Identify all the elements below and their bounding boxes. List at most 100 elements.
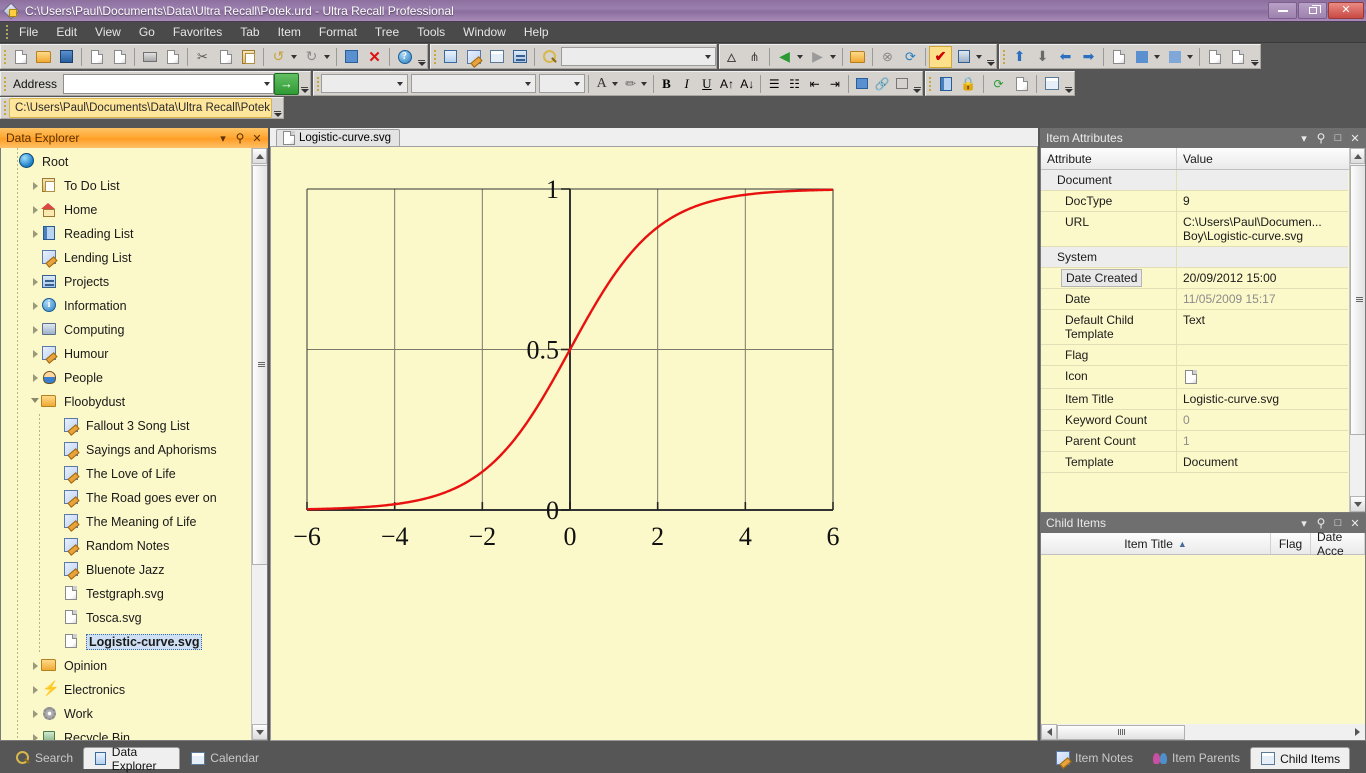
expand-triangle-icon[interactable]: [29, 180, 41, 192]
scroll-thumb[interactable]: [252, 165, 267, 565]
back-dropdown-icon[interactable]: [796, 46, 806, 68]
address-toolbar-overflow-icon[interactable]: [299, 73, 310, 95]
new-icon[interactable]: [9, 46, 32, 68]
checkmark-icon[interactable]: ✔: [929, 45, 952, 68]
expand-triangle-icon[interactable]: [29, 228, 41, 240]
undo-icon[interactable]: ↺: [267, 46, 290, 68]
tree-item[interactable]: Humour: [1, 342, 251, 366]
close-button[interactable]: ✕: [1328, 2, 1364, 19]
attribute-row[interactable]: Document: [1041, 170, 1348, 191]
menu-format[interactable]: Format: [310, 22, 366, 42]
font-family-select[interactable]: [410, 74, 536, 93]
tree-item[interactable]: Computing: [1, 318, 251, 342]
insert-link-icon[interactable]: 🔗: [872, 73, 892, 95]
doc-grip[interactable]: [926, 73, 934, 94]
attributes-vertical-scrollbar[interactable]: [1349, 148, 1365, 512]
numbered-list-icon[interactable]: ☷: [784, 73, 804, 95]
attr-scroll-up-button[interactable]: [1350, 148, 1365, 164]
attribute-row[interactable]: URL C:\Users\Paul\Documen... Boy\Logistic…: [1041, 212, 1348, 247]
attribute-row[interactable]: System: [1041, 247, 1348, 268]
child-column-flag[interactable]: Flag: [1271, 533, 1311, 554]
tree-item[interactable]: To Do List: [1, 174, 251, 198]
attribute-row[interactable]: Template Document: [1041, 452, 1348, 473]
scroll-up-button[interactable]: [252, 148, 267, 164]
expand-triangle-icon[interactable]: [29, 708, 41, 720]
edit-note-icon[interactable]: [462, 46, 485, 68]
child-column-item-title[interactable]: Item Title ▲: [1041, 533, 1271, 554]
attribute-row[interactable]: Default Child Template Text: [1041, 310, 1348, 345]
delete-x-icon[interactable]: ✕: [363, 46, 386, 68]
menu-edit[interactable]: Edit: [47, 22, 86, 42]
item-toolbar-overflow-icon[interactable]: [1249, 46, 1260, 68]
new-item-icon[interactable]: [85, 46, 108, 68]
item-toolbar-grip[interactable]: [1000, 46, 1008, 67]
promote-icon[interactable]: [1203, 46, 1226, 68]
child-menu-icon[interactable]: ▾: [1297, 516, 1311, 530]
attribute-row[interactable]: DocType 9: [1041, 191, 1348, 212]
refresh-icon[interactable]: ⟳: [899, 46, 922, 68]
child-pin-icon[interactable]: ⚲: [1314, 516, 1328, 530]
attribute-value[interactable]: [1177, 345, 1348, 365]
tree-item[interactable]: Work: [1, 702, 251, 726]
attribute-row[interactable]: Icon: [1041, 366, 1348, 389]
move-down-icon[interactable]: ⬇: [1031, 46, 1054, 68]
attribute-value[interactable]: 0: [1177, 410, 1348, 430]
find-next-icon[interactable]: 🜂: [720, 46, 743, 68]
menu-tools[interactable]: Tools: [408, 22, 454, 42]
child-scroll-left-button[interactable]: [1041, 724, 1057, 740]
dictionary-icon[interactable]: [934, 73, 957, 95]
tab-search[interactable]: Search: [6, 747, 82, 769]
demote-icon[interactable]: [1226, 46, 1249, 68]
menu-window[interactable]: Window: [454, 22, 515, 42]
tab-data-explorer[interactable]: Data Explorer: [83, 745, 181, 773]
highlight-icon[interactable]: ✏: [621, 73, 641, 95]
attribute-value[interactable]: 1: [1177, 431, 1348, 451]
format-toolbar-overflow-icon[interactable]: [912, 73, 922, 95]
data-explorer-tree[interactable]: Root To Do List Home Reading List Lending Li…: [0, 148, 268, 741]
attribute-row[interactable]: Parent Count 1: [1041, 431, 1348, 452]
item-attributes-grid[interactable]: Attribute Value Document DocType 9 URL C:\Us…: [1040, 148, 1366, 513]
form-icon[interactable]: [508, 46, 531, 68]
insert-table-icon[interactable]: [892, 73, 912, 95]
expand-triangle-icon[interactable]: [29, 348, 41, 360]
search-input[interactable]: [561, 47, 716, 66]
back-icon[interactable]: ◀: [773, 46, 796, 68]
child-scroll-right-button[interactable]: [1349, 724, 1365, 740]
menu-tree[interactable]: Tree: [366, 22, 408, 42]
highlight-dropdown-icon[interactable]: [641, 73, 650, 95]
attr-scroll-thumb[interactable]: [1350, 165, 1365, 435]
properties-dropdown-icon[interactable]: [975, 46, 985, 68]
child-horizontal-scrollbar[interactable]: [1041, 724, 1365, 740]
pin-icon[interactable]: ⚲: [233, 131, 247, 145]
attribute-value[interactable]: Logistic-curve.svg: [1177, 389, 1348, 409]
attr-close-icon[interactable]: ✕: [1348, 131, 1362, 145]
column-header-attribute[interactable]: Attribute: [1041, 148, 1177, 169]
attr-pin-icon[interactable]: ⚲: [1314, 131, 1328, 145]
child-scroll-thumb[interactable]: [1057, 724, 1185, 740]
tree-item[interactable]: Projects: [1, 270, 251, 294]
attribute-value[interactable]: [1177, 247, 1348, 267]
up-folder-icon[interactable]: [846, 46, 869, 68]
cut-icon[interactable]: ✂: [191, 46, 214, 68]
style-select[interactable]: [321, 74, 408, 93]
child-column-date-accessed[interactable]: Date Acce: [1311, 530, 1365, 558]
attr-scroll-down-button[interactable]: [1350, 496, 1365, 512]
delete-item-icon[interactable]: [108, 46, 131, 68]
move-right-icon[interactable]: ➡: [1077, 46, 1100, 68]
child-maximize-icon[interactable]: □: [1331, 516, 1345, 530]
tab-item-parents[interactable]: Item Parents: [1143, 747, 1249, 769]
bold-icon[interactable]: B: [656, 73, 676, 95]
properties-icon[interactable]: [952, 46, 975, 68]
shrink-font-icon[interactable]: A↓: [737, 73, 757, 95]
tree-item[interactable]: ⚡ Electronics: [1, 678, 251, 702]
menu-tab[interactable]: Tab: [231, 22, 268, 42]
stop-icon[interactable]: ⊗: [876, 46, 899, 68]
increase-indent-icon[interactable]: ⇥: [825, 73, 845, 95]
child-items-grid[interactable]: Item Title ▲ Flag Date Acce: [1040, 530, 1366, 741]
attribute-value[interactable]: [1177, 366, 1348, 388]
save-icon[interactable]: [55, 46, 78, 68]
font-color-icon[interactable]: A: [592, 73, 612, 95]
menu-file[interactable]: File: [10, 22, 47, 42]
address-grip[interactable]: [1, 73, 9, 94]
restore-button[interactable]: [1298, 2, 1327, 19]
